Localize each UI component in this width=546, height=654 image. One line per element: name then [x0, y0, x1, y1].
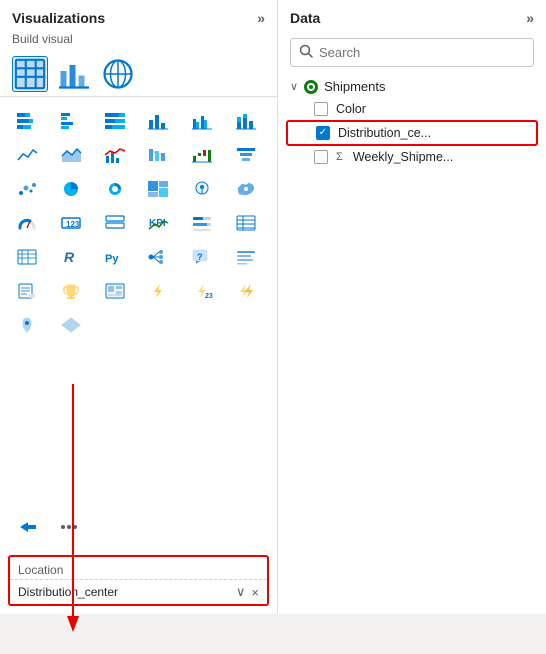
color-item[interactable]: Color [286, 98, 538, 120]
data-panel: Data » ∨ Shipments [278, 0, 546, 614]
diamond-icon[interactable] [52, 309, 90, 341]
analytics-icon[interactable] [100, 56, 136, 92]
funnel-icon[interactable] [227, 139, 265, 171]
trophy-icon[interactable] [52, 275, 90, 307]
location-field-row: Distribution_center ∨ × [10, 580, 267, 604]
report-page-icon[interactable] [96, 275, 134, 307]
shipments-chevron-icon: ∨ [290, 80, 298, 93]
column-icon[interactable] [139, 105, 177, 137]
data-expand-icon[interactable]: » [526, 10, 534, 26]
data-panel-header: Data » [278, 0, 546, 34]
color-checkbox[interactable] [314, 102, 328, 116]
slicer-icon[interactable] [183, 207, 221, 239]
vis-expand-icon[interactable]: » [257, 10, 265, 26]
vis-bottom-row [0, 507, 277, 547]
matrix-icon[interactable] [8, 241, 46, 273]
pie-icon[interactable] [52, 173, 90, 205]
qna-icon[interactable]: ? [183, 241, 221, 273]
svg-text:23: 23 [205, 293, 213, 300]
search-box[interactable] [290, 38, 534, 67]
color-item-name: Color [336, 102, 534, 116]
data-tree: ∨ Shipments Color Distribution_ce... [278, 75, 546, 614]
donut-icon[interactable] [96, 173, 134, 205]
svg-text:123: 123 [66, 220, 80, 229]
sigma-icon: Σ [336, 151, 343, 163]
location-label: Location [10, 557, 267, 580]
ribbon-icon[interactable] [139, 139, 177, 171]
lightning1-icon[interactable] [139, 275, 177, 307]
map-icon[interactable] [183, 173, 221, 205]
vis-panel-header: Visualizations » [0, 0, 277, 30]
area-icon[interactable] [52, 139, 90, 171]
line-cluster-icon[interactable] [96, 139, 134, 171]
vis-top-icons [0, 52, 277, 97]
distribution-item[interactable]: Distribution_ce... [286, 120, 538, 146]
waterfall-icon[interactable] [183, 139, 221, 171]
location2-icon[interactable] [8, 309, 46, 341]
weekly-shipment-item[interactable]: Σ Weekly_Shipme... [286, 146, 538, 168]
distribution-item-name: Distribution_ce... [338, 126, 532, 140]
stacked-bar-icon[interactable] [8, 105, 46, 137]
stacked-bar-100-icon[interactable] [96, 105, 134, 137]
shipments-dot-icon [304, 80, 318, 94]
decomp-tree-icon[interactable] [139, 241, 177, 273]
line-icon[interactable] [8, 139, 46, 171]
stacked-column-icon[interactable] [227, 105, 265, 137]
forward-arrow-icon[interactable] [8, 511, 46, 543]
weekly-shipment-checkbox[interactable] [314, 150, 328, 164]
r-icon[interactable]: R [52, 241, 90, 273]
clustered-bar-icon[interactable] [52, 105, 90, 137]
lightning2-icon[interactable]: 23 [183, 275, 221, 307]
search-input[interactable] [319, 45, 525, 60]
multirow-card-icon[interactable] [96, 207, 134, 239]
location-field-box: Location Distribution_center ∨ × [8, 555, 269, 606]
paginated-icon[interactable] [8, 275, 46, 307]
scatter-icon[interactable] [8, 173, 46, 205]
vis-icon-grid: 123 KPI R Py ? [0, 101, 277, 507]
svg-text:R: R [64, 249, 75, 265]
table2-icon[interactable] [227, 207, 265, 239]
shipments-group-name: Shipments [324, 79, 385, 94]
search-icon [299, 44, 313, 61]
location-close-icon[interactable]: × [251, 585, 259, 600]
vis-panel-title: Visualizations [12, 10, 105, 26]
gauge-icon[interactable] [8, 207, 46, 239]
svg-text:Py: Py [105, 253, 119, 265]
treemap-icon[interactable] [139, 173, 177, 205]
visualizations-panel: Visualizations » Build visual [0, 0, 278, 614]
bar-chart-icon[interactable] [56, 56, 92, 92]
location-field-icons: ∨ × [236, 584, 259, 600]
shipments-group-header[interactable]: ∨ Shipments [286, 75, 538, 98]
shipments-group: ∨ Shipments Color Distribution_ce... [286, 75, 538, 168]
distribution-checkbox[interactable] [316, 126, 330, 140]
weekly-shipment-item-name: Weekly_Shipme... [353, 150, 534, 164]
lightning3-icon[interactable] [227, 275, 265, 307]
smart-narrative-icon[interactable] [227, 241, 265, 273]
filled-map-icon[interactable] [227, 173, 265, 205]
more-visuals-ellipsis-icon[interactable] [50, 511, 88, 543]
location-chevron-icon[interactable]: ∨ [236, 584, 246, 600]
kpi-icon[interactable]: KPI [139, 207, 177, 239]
py-icon[interactable]: Py [96, 241, 134, 273]
svg-text:?: ? [197, 252, 203, 262]
build-visual-label: Build visual [0, 30, 277, 52]
location-value: Distribution_center [18, 585, 230, 599]
data-panel-title: Data [290, 10, 320, 26]
table-icon[interactable] [12, 56, 48, 92]
card-icon[interactable]: 123 [52, 207, 90, 239]
clustered-column-icon[interactable] [183, 105, 221, 137]
